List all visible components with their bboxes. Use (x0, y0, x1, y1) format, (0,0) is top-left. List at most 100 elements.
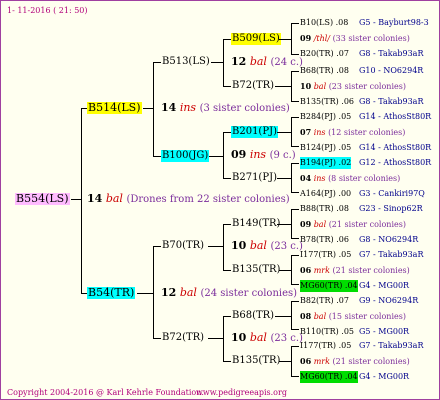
gen3-node-1[interactable]: B509(LS) (231, 33, 281, 45)
gen1-bottom-vert-line (153, 246, 154, 338)
gen2-3-num: 10 (231, 239, 247, 252)
gen3-node-3[interactable]: B201(PJ) (231, 126, 278, 138)
gen2-4-branch-b (223, 361, 231, 362)
gen4-7-bottom[interactable]: MG60(TR) .04 (300, 371, 358, 383)
gen2-node-3[interactable]: B70(TR) (161, 240, 205, 252)
gen4-6-mate: 08 bal (15 sister colonies) (300, 310, 406, 323)
gen3-6-ba (291, 255, 299, 256)
gen4-3-num: 04 (300, 173, 312, 183)
gen4-5-top[interactable]: I177(TR) .05 (300, 249, 351, 261)
gen4-3-top[interactable]: B194(PJ) .02 (300, 157, 352, 169)
gen2-2-mate: 09 ins (9 c.) (231, 149, 296, 162)
gen4-5-bal: mrk (313, 266, 330, 275)
gen2-3-bal: bal (249, 239, 267, 252)
gen2-1-branch-b (223, 86, 231, 87)
gen4-4-bal: bal (313, 220, 327, 229)
gen3-node-6[interactable]: B135(TR) (231, 264, 281, 276)
gen3-4-bb (291, 192, 299, 193)
root-note: (Drones from 22 sister colonies) (126, 194, 290, 205)
root-node[interactable]: B554(LS) (15, 193, 70, 205)
gen2-node-1[interactable]: B513(LS) (161, 56, 211, 68)
gen4-4-bottom[interactable]: B78(TR) .06 (300, 234, 349, 246)
gen3-8-connector (279, 361, 291, 362)
gen3-8-bb (291, 376, 299, 377)
gen3-node-2[interactable]: B72(TR) (231, 80, 275, 92)
gen4-3-mate: 04 ins (8 sister colonies) (300, 172, 400, 185)
gen3-4-ba (291, 163, 299, 164)
gen1-node-bottom[interactable]: B54(TR) (87, 287, 136, 299)
gen4-0-bottom[interactable]: B20(TR) .07 (300, 48, 349, 60)
gen4-6-top[interactable]: B82(TR) .07 (300, 295, 349, 307)
gen2-4-connector (208, 338, 223, 339)
gen2-node-4[interactable]: B72(TR) (161, 332, 205, 344)
gen3-2-vert (291, 71, 292, 101)
site-link[interactable]: www.pedigreeapis.org (196, 387, 287, 399)
gen3-1-connector (279, 39, 291, 40)
gen2-3-mate: 10 bal (23 c.) (231, 240, 303, 253)
gen3-node-7[interactable]: B68(TR) (231, 310, 275, 322)
gen4-2-num: 07 (300, 127, 312, 137)
gen1-bottom-num: 12 (161, 286, 177, 299)
date-stamp: 1- 11-2016 ( 21: 50) (7, 6, 88, 15)
gen3-6-connector (279, 270, 291, 271)
gen4-2-mate: 07 ins (12 sister colonies) (300, 126, 405, 139)
gen3-5-ba (291, 209, 299, 210)
gen4-2-bottom[interactable]: B124(PJ) .05 (300, 142, 351, 154)
gen2-2-note: (9 c.) (269, 150, 296, 161)
gen4-7-top[interactable]: I177(TR) .05 (300, 340, 351, 352)
gen1-node-top[interactable]: B514(LS) (87, 102, 142, 114)
gen4-7-mate: 06 mrk (21 sister colonies) (300, 355, 410, 368)
gen4-1-bottom-right: G8 - Takab93aR (359, 97, 424, 106)
gen2-4-num: 10 (231, 331, 247, 344)
gen2-node-2[interactable]: B100(JG) (161, 150, 210, 162)
gen4-2-top[interactable]: B284(PJ) .05 (300, 111, 351, 123)
gen4-0-bal: /thl/ (313, 34, 331, 43)
gen2-2-vert-line (223, 132, 224, 178)
gen2-3-branch-a (223, 224, 231, 225)
gen4-3-bottom[interactable]: A164(PJ) .00 (300, 188, 351, 200)
gen3-node-4[interactable]: B271(PJ) (231, 172, 278, 184)
gen2-2-bal: ins (249, 148, 267, 161)
gen4-1-note: (23 sister colonies) (328, 82, 406, 91)
gen1-top-branch-b (153, 156, 161, 157)
gen2-2-num: 09 (231, 148, 247, 161)
gen3-7-bb (291, 329, 299, 330)
gen3-node-8[interactable]: B135(TR) (231, 355, 281, 367)
gen1-bottom-branch-a (153, 246, 161, 247)
gen3-node-5[interactable]: B149(TR) (231, 218, 281, 230)
gen1-bottom-branch-b (153, 338, 161, 339)
gen2-3-connector (208, 246, 223, 247)
gen4-5-bottom-right: G4 - MG00R (359, 281, 410, 290)
gen4-4-note: (21 sister colonies) (328, 220, 406, 229)
gen2-1-bal: bal (249, 55, 267, 68)
gen4-6-top-right: G9 - NO6294R (359, 296, 419, 305)
gen3-5-connector (277, 224, 291, 225)
gen3-2-connector (275, 86, 291, 87)
root-mate: 14 bal (Drones from 22 sister colonies) (87, 193, 290, 206)
gen4-5-num: 06 (300, 265, 312, 275)
gen2-3-branch-b (223, 270, 231, 271)
gen4-6-bottom[interactable]: B110(TR) .05 (300, 326, 354, 338)
gen4-0-bottom-right: G8 - Takab93aR (359, 49, 424, 58)
gen3-3-ba (291, 117, 299, 118)
gen4-5-bottom[interactable]: MG60(TR) .04 (300, 280, 358, 292)
gen4-1-top[interactable]: B68(TR) .08 (300, 65, 349, 77)
gen2-2-connector (209, 156, 223, 157)
root-bal: bal (105, 192, 123, 205)
gen1-top-bal: ins (179, 101, 197, 114)
gen4-7-note: (21 sister colonies) (332, 357, 410, 366)
gen4-0-top[interactable]: B10(LS) .08 (300, 17, 348, 29)
root-num: 14 (87, 192, 103, 205)
gen4-1-bottom[interactable]: B135(TR) .06 (300, 96, 354, 108)
gen4-4-top[interactable]: B88(TR) .08 (300, 203, 349, 215)
gen3-7-connector (275, 316, 291, 317)
gen3-8-vert (291, 346, 292, 376)
gen4-2-bal: ins (313, 128, 326, 137)
gen3-7-ba (291, 301, 299, 302)
gen4-5-top-right: G7 - Takab93aR (359, 250, 424, 259)
gen3-8-ba (291, 346, 299, 347)
gen4-7-bal: mrk (313, 357, 330, 366)
gen4-7-num: 06 (300, 356, 312, 366)
gen4-3-bottom-right: G3 - Cankiri97Q (359, 189, 425, 198)
gen1-bottom-mate: 12 bal (24 sister colonies) (161, 287, 297, 300)
